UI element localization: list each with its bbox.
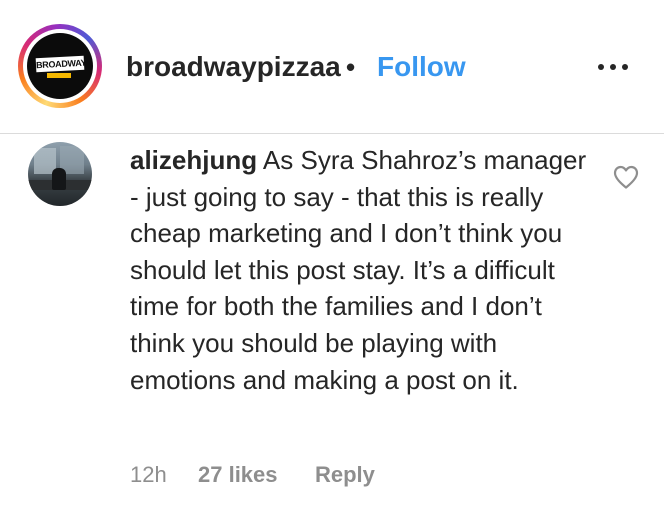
logo-stripe [47,73,71,78]
instagram-comment-view: BROADWAY broadwaypizzaa • Follow alizehj… [0,0,664,520]
post-header: BROADWAY broadwaypizzaa • Follow [0,0,664,134]
comment-text: As Syra Shahroz’s manager - just going t… [130,145,587,395]
more-options-icon[interactable] [596,56,630,76]
story-ring[interactable]: BROADWAY [18,24,102,108]
header-username[interactable]: broadwaypizzaa [126,50,341,84]
follow-button[interactable]: Follow [377,50,466,84]
avatar-person-silhouette [52,168,66,190]
commenter-username[interactable]: alizehjung [130,145,257,175]
commenter-avatar[interactable] [28,142,92,206]
broadway-logo-avatar: BROADWAY [27,33,93,99]
avatar-frame: BROADWAY [23,29,97,103]
likes-count[interactable]: 27 likes [198,460,278,490]
heart-outline-icon[interactable] [612,164,640,190]
logo-wordmark: BROADWAY [35,55,87,73]
comment-body: alizehjung As Syra Shahroz’s manager - j… [130,142,600,398]
separator-dot: • [346,52,356,82]
comment-timestamp[interactable]: 12h [130,460,167,490]
reply-button[interactable]: Reply [315,460,375,490]
